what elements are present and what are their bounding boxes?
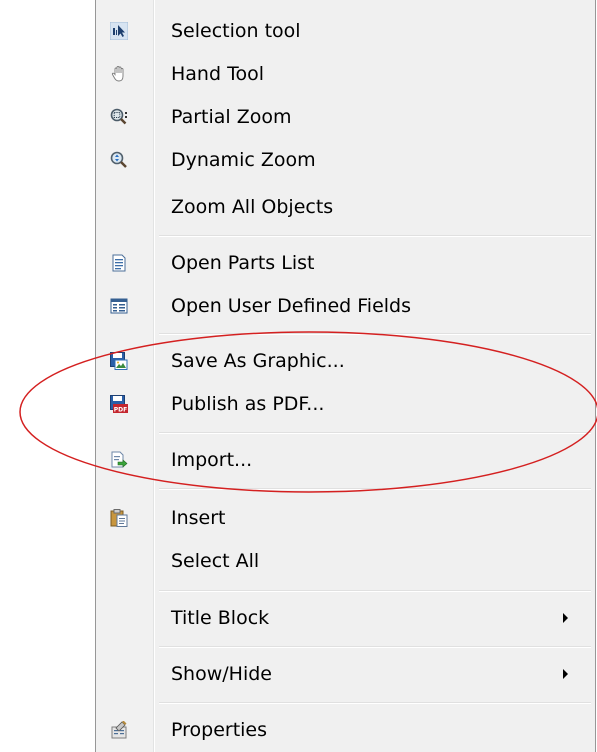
menu-item-show-hide[interactable]: Show/Hide <box>96 654 595 694</box>
menu-item-publish-as-pdf[interactable]: PDF Publish as PDF... <box>96 384 595 424</box>
svg-text:PDF: PDF <box>114 406 127 413</box>
menu-item-insert[interactable]: Insert <box>96 498 595 538</box>
menu-item-open-parts-list[interactable]: Open Parts List <box>96 243 595 283</box>
menu-separator <box>159 333 591 335</box>
submenu-arrow-icon <box>563 613 568 623</box>
pdf-icon: PDF <box>110 395 128 413</box>
menu-item-title-block[interactable]: Title Block <box>96 598 595 638</box>
menu-separator <box>159 590 591 592</box>
paste-icon <box>110 509 128 527</box>
menu-item-label: Selection tool <box>171 20 301 42</box>
user-fields-icon <box>110 297 128 315</box>
menu-item-label: Publish as PDF... <box>171 393 325 415</box>
partial-zoom-icon <box>110 108 128 126</box>
menu-item-label: Save As Graphic... <box>171 350 345 372</box>
menu-item-select-all[interactable]: Select All <box>96 541 595 581</box>
menu-item-zoom-all-objects[interactable]: Zoom All Objects <box>96 187 595 227</box>
menu-separator <box>159 646 591 648</box>
submenu-arrow-icon <box>563 669 568 679</box>
menu-item-label: Hand Tool <box>171 63 264 85</box>
parts-list-icon <box>110 254 128 272</box>
import-icon <box>110 451 128 469</box>
menu-separator <box>159 235 591 237</box>
menu-separator <box>159 432 591 434</box>
menu-item-import[interactable]: Import... <box>96 440 595 480</box>
hand-icon <box>110 65 128 83</box>
menu-item-label: Partial Zoom <box>171 106 292 128</box>
menu-item-selection-tool[interactable]: Selection tool <box>96 11 595 51</box>
menu-item-save-as-graphic[interactable]: Save As Graphic... <box>96 341 595 381</box>
menu-item-label: Select All <box>171 550 260 572</box>
menu-item-label: Dynamic Zoom <box>171 149 316 171</box>
save-graphic-icon <box>110 352 128 370</box>
menu-separator <box>159 702 591 704</box>
selection-arrow-icon <box>109 21 129 41</box>
properties-icon <box>110 720 128 739</box>
menu-separator <box>159 488 591 490</box>
menu-item-dynamic-zoom[interactable]: Dynamic Zoom <box>96 140 595 180</box>
dynamic-zoom-icon <box>110 151 128 169</box>
menu-item-label: Show/Hide <box>171 663 272 685</box>
menu-item-label: Import... <box>171 449 253 471</box>
menu-item-hand-tool[interactable]: Hand Tool <box>96 54 595 94</box>
menu-item-label: Zoom All Objects <box>171 196 334 218</box>
menu-item-open-user-defined-fields[interactable]: Open User Defined Fields <box>96 286 595 326</box>
menu-item-label: Insert <box>171 507 226 529</box>
context-menu: Selection tool Hand Tool Partial Zoom Dy… <box>95 0 596 752</box>
menu-item-partial-zoom[interactable]: Partial Zoom <box>96 97 595 137</box>
menu-item-label: Open Parts List <box>171 252 315 274</box>
menu-item-label: Open User Defined Fields <box>171 295 412 317</box>
menu-item-label: Properties <box>171 719 268 741</box>
menu-item-label: Title Block <box>171 607 270 629</box>
menu-item-properties[interactable]: Properties <box>96 710 595 750</box>
